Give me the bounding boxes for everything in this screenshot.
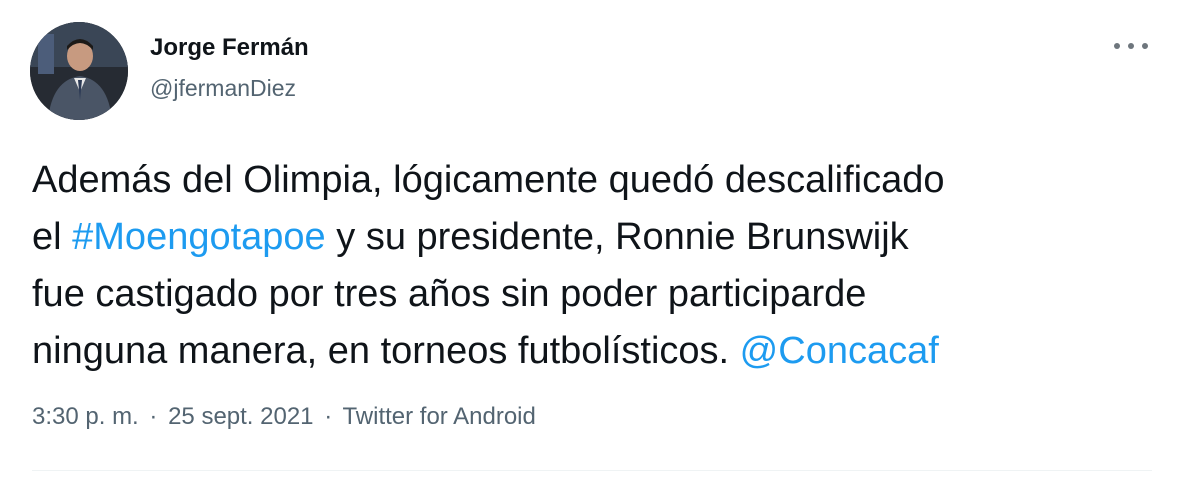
tweet-line-2-prefix: el — [32, 216, 73, 258]
profile-photo-icon — [30, 22, 128, 120]
author-handle[interactable]: @jfermanDiez — [150, 75, 296, 102]
dot — [1128, 43, 1134, 49]
tweet-text: Además del Olimpia, lógicamente quedó de… — [32, 152, 1152, 380]
tweet-time[interactable]: 3:30 p. m. — [32, 403, 139, 430]
avatar[interactable] — [30, 22, 128, 120]
tweet-card: Jorge Fermán @jfermanDiez Además del Oli… — [0, 0, 1200, 484]
tweet-line-1: Además del Olimpia, lógicamente quedó de… — [32, 159, 945, 201]
tweet-line-2: el #Moengotapoe y su presidente, Ronnie … — [32, 209, 1152, 266]
tweet-date[interactable]: 25 sept. 2021 — [168, 403, 313, 430]
tweet-source[interactable]: Twitter for Android — [342, 403, 535, 430]
mention-link[interactable]: @Concacaf — [740, 330, 939, 372]
dot — [1142, 43, 1148, 49]
dot — [1114, 43, 1120, 49]
tweet-line-3: fue castigado por tres años sin poder pa… — [32, 273, 867, 315]
divider — [32, 470, 1152, 471]
meta-separator: · — [149, 403, 158, 430]
tweet-meta: 3:30 p. m. · 25 sept. 2021 · Twitter for… — [32, 403, 536, 431]
more-horizontal-icon[interactable] — [1114, 36, 1148, 56]
meta-separator: · — [324, 403, 333, 430]
tweet-line-4: ninguna manera, en torneos futbolísticos… — [32, 323, 1152, 380]
hashtag-link[interactable]: #Moengotapoe — [72, 216, 326, 258]
author-name[interactable]: Jorge Fermán — [150, 34, 309, 62]
tweet-line-2-suffix: y su presidente, Ronnie Brunswijk — [325, 216, 909, 258]
tweet-line-4-text: ninguna manera, en torneos futbolísticos… — [32, 330, 740, 372]
